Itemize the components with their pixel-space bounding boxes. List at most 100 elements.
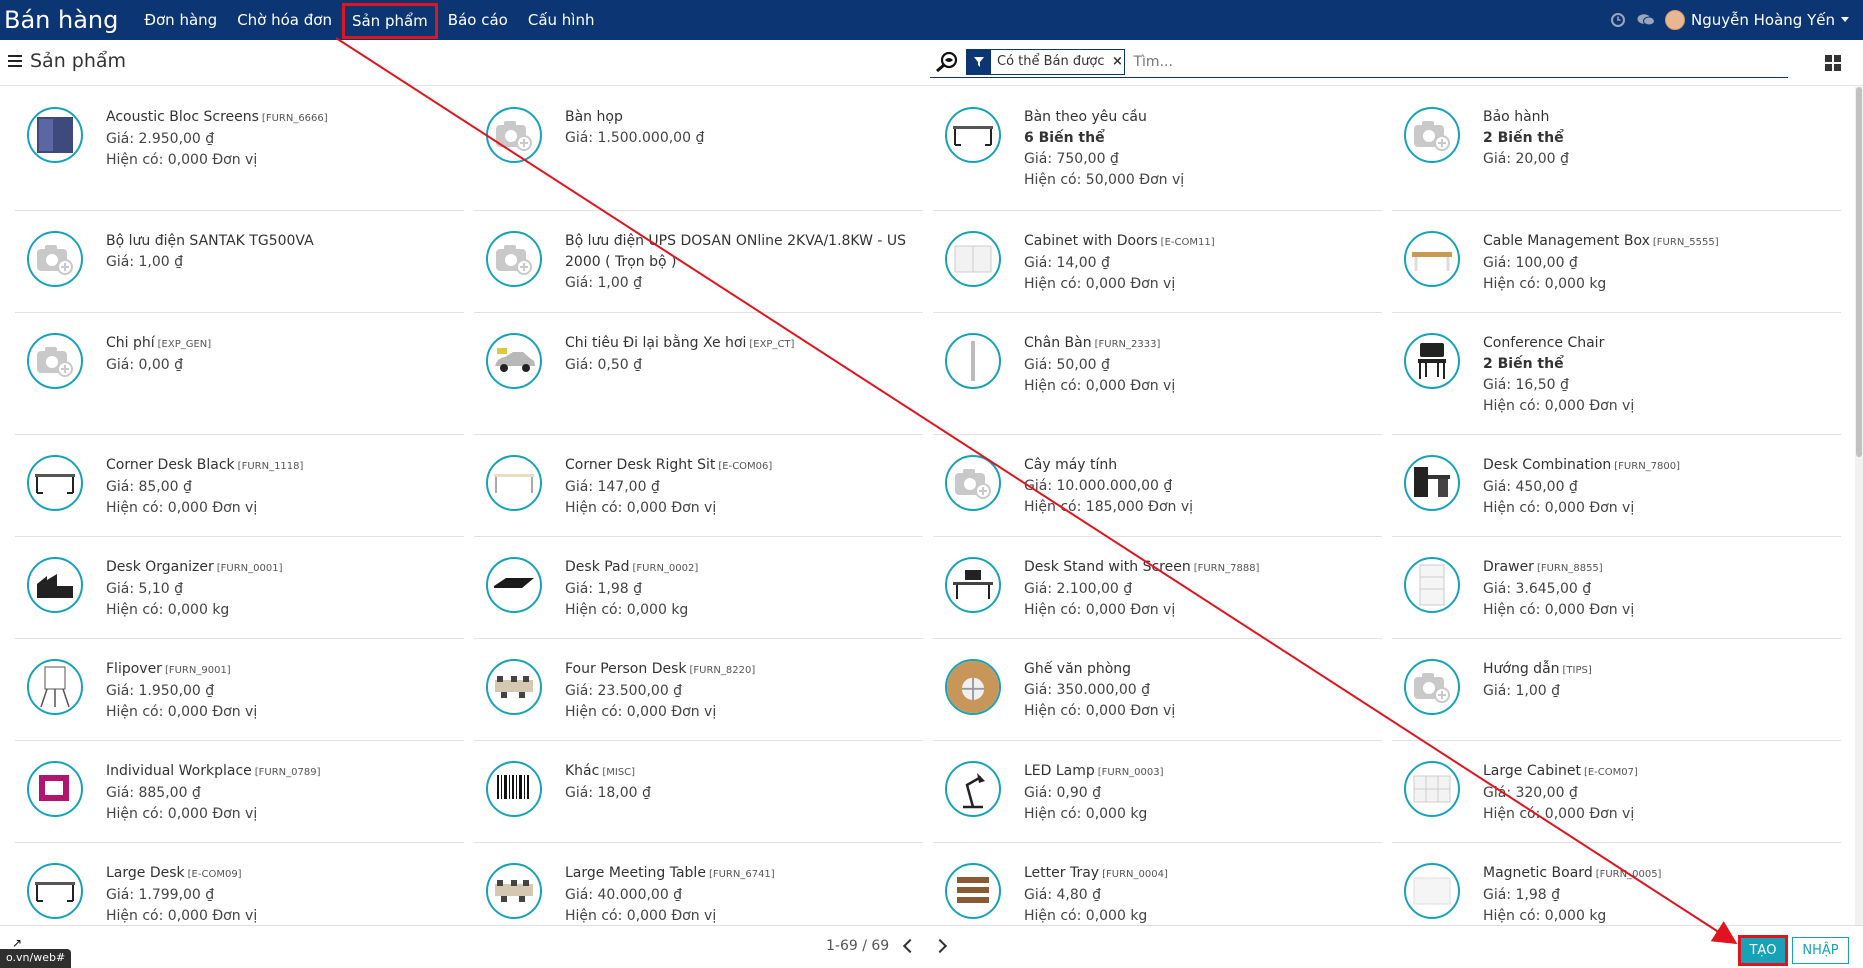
product-stock: Hiện có: 0,000 Đơn vị: [1483, 500, 1635, 516]
cursor-icon: ↗: [12, 936, 23, 950]
product-card[interactable]: Cabinet with Doors [E-COM11] Giá: 14,00 ₫ H…: [933, 211, 1382, 313]
product-card[interactable]: Corner Desk Black [FURN_1118] Giá: 85,00 ₫…: [15, 435, 464, 537]
product-card[interactable]: Large Desk [E-COM09] Giá: 1.799,00 ₫ Hiện c…: [15, 843, 464, 925]
kanban-view-icon[interactable]: [1825, 55, 1841, 71]
product-price: Giá: 750,00 ₫: [1024, 151, 1119, 167]
product-card[interactable]: Bảo hành 2 Biến thể Giá: 20,00 ₫: [1392, 87, 1841, 211]
product-price: Giá: 450,00 ₫: [1483, 479, 1578, 495]
product-card[interactable]: Corner Desk Right Sit [E-COM06] Giá: 147,0…: [474, 435, 923, 537]
camera-placeholder-icon: [1404, 659, 1460, 715]
search-options-icon[interactable]: [930, 47, 964, 77]
product-image: [945, 333, 1001, 389]
product-stock: Hiện có: 0,000 Đơn vị: [1483, 602, 1635, 618]
footer-bar: 1-69 / 69 TẠO NHẬP: [0, 925, 1863, 968]
product-card[interactable]: Flipover [FURN_9001] Giá: 1.950,00 ₫ Hiện c…: [15, 639, 464, 741]
product-card[interactable]: Cable Management Box [FURN_5555] Giá: 100,…: [1392, 211, 1841, 313]
product-stock: Hiện có: 50,000 Đơn vị: [1024, 172, 1185, 188]
product-ref: [FURN_2333]: [1094, 339, 1161, 350]
product-stock: Hiện có: 0,000 Đơn vị: [1024, 703, 1176, 719]
product-ref: [FURN_5555]: [1652, 237, 1719, 248]
product-card[interactable]: Bộ lưu điện SANTAK TG500VA Giá: 1,00 ₫: [15, 211, 464, 313]
product-card[interactable]: Four Person Desk [FURN_8220] Giá: 23.500,0…: [474, 639, 923, 741]
product-ref: [E-COM11]: [1160, 237, 1215, 248]
product-name: Desk Stand with Screen: [1024, 559, 1191, 575]
product-stock: Hiện có: 0,000 Đơn vị: [106, 908, 258, 924]
product-stock: Hiện có: 0,000 Đơn vị: [1024, 378, 1176, 394]
product-card[interactable]: Chi phí [EXP_GEN] Giá: 0,00 ₫: [15, 313, 464, 435]
product-card[interactable]: Desk Stand with Screen [FURN_7888] Giá: 2.…: [933, 537, 1382, 639]
pager-value[interactable]: 1-69 / 69: [826, 938, 889, 954]
pager-previous-button[interactable]: [901, 938, 919, 954]
product-price: Giá: 14,00 ₫: [1024, 255, 1110, 271]
product-price: Giá: 350.000,00 ₫: [1024, 682, 1150, 698]
product-stock: Hiện có: 0,000 Đơn vị: [565, 908, 717, 924]
product-card[interactable]: Hướng dẫn [TIPS] Giá: 1,00 ₫: [1392, 639, 1841, 741]
product-image: [1404, 455, 1460, 511]
product-ref: [FURN_8220]: [689, 665, 756, 676]
product-ref: [E-COM06]: [718, 461, 773, 472]
product-card[interactable]: Letter Tray [FURN_0004] Giá: 4,80 ₫ Hiện có…: [933, 843, 1382, 925]
product-image: [27, 863, 83, 919]
create-button[interactable]: TẠO: [1738, 935, 1788, 966]
pager-next-button[interactable]: [931, 938, 949, 954]
product-card[interactable]: Conference Chair 2 Biến thể Giá: 16,50 ₫ Hi…: [1392, 313, 1841, 435]
product-ref: [FURN_6666]: [261, 113, 328, 124]
product-card[interactable]: Chân Bàn [FURN_2333] Giá: 50,00 ₫ Hiện có: …: [933, 313, 1382, 435]
product-ref: [FURN_1118]: [237, 461, 304, 472]
product-name: Cây máy tính: [1024, 457, 1118, 473]
search-input[interactable]: [1133, 53, 1694, 70]
product-card[interactable]: Large Cabinet [E-COM07] Giá: 320,00 ₫ Hiện …: [1392, 741, 1841, 843]
product-card[interactable]: LED Lamp [FURN_0003] Giá: 0,90 ₫ Hiện có: 0…: [933, 741, 1382, 843]
menu-item-configuration[interactable]: Cấu hình: [518, 0, 605, 40]
menu-item-reports[interactable]: Báo cáo: [438, 0, 518, 40]
product-name: Bộ lưu điện SANTAK TG500VA: [106, 233, 314, 249]
product-price: Giá: 2.950,00 ₫: [106, 131, 215, 147]
product-stock: Hiện có: 0,000 Đơn vị: [565, 704, 717, 720]
product-card[interactable]: Desk Pad [FURN_0002] Giá: 1,98 ₫ Hiện có: 0…: [474, 537, 923, 639]
product-image: [486, 761, 542, 817]
product-variants: 2 Biến thể: [1483, 130, 1564, 146]
menu-item-products[interactable]: Sản phẩm: [341, 3, 438, 39]
product-price: Giá: 16,50 ₫: [1483, 377, 1569, 393]
product-card[interactable]: Acoustic Bloc Screens [FURN_6666] Giá: 2.9…: [15, 87, 464, 211]
product-name: Drawer: [1483, 559, 1534, 575]
product-card[interactable]: Individual Workplace [FURN_0789] Giá: 885,…: [15, 741, 464, 843]
product-name: Cable Management Box: [1483, 233, 1650, 249]
menu-item-orders[interactable]: Đơn hàng: [134, 0, 227, 40]
product-card[interactable]: Magnetic Board [FURN_0005] Giá: 1,98 ₫ Hiện…: [1392, 843, 1841, 925]
product-card[interactable]: Drawer [FURN_8855] Giá: 3.645,00 ₫ Hiện có:…: [1392, 537, 1841, 639]
product-card[interactable]: Ghế văn phòng Giá: 350.000,00 ₫ Hiện có: 0…: [933, 639, 1382, 741]
product-card[interactable]: Desk Organizer [FURN_0001] Giá: 5,10 ₫ Hiện…: [15, 537, 464, 639]
caret-down-icon: [1841, 17, 1849, 22]
product-image: [27, 659, 83, 715]
product-stock: Hiện có: 0,000 kg: [1024, 908, 1148, 924]
product-card[interactable]: Khác [MISC] Giá: 18,00 ₫: [474, 741, 923, 843]
product-card[interactable]: Cây máy tính Giá: 10.000.000,00 ₫ Hiện có:…: [933, 435, 1382, 537]
product-ref: [FURN_7888]: [1193, 563, 1260, 574]
product-name: Hướng dẫn: [1483, 661, 1560, 677]
hamburger-icon[interactable]: [8, 55, 22, 67]
breadcrumb: Sản phẩm: [8, 50, 126, 72]
product-card[interactable]: Bộ lưu điện UPS DOSAN ONline 2KVA/1.8KW …: [474, 211, 923, 313]
user-menu[interactable]: Nguyễn Hoàng Yến: [1665, 10, 1849, 30]
product-card[interactable]: Desk Combination [FURN_7800] Giá: 450,00 ₫…: [1392, 435, 1841, 537]
product-stock: Hiện có: 0,000 Đơn vị: [106, 152, 258, 168]
product-price: Giá: 50,00 ₫: [1024, 357, 1110, 373]
product-name: Corner Desk Black: [106, 457, 235, 473]
product-ref: [FURN_0005]: [1595, 869, 1662, 880]
scrollbar[interactable]: [1855, 87, 1863, 925]
product-card[interactable]: Chi tiêu Đi lại bằng Xe hơi [EXP_CT] Giá: …: [474, 313, 923, 435]
import-button[interactable]: NHẬP: [1792, 937, 1849, 964]
facet-remove-button[interactable]: ×: [1110, 50, 1124, 74]
product-image: [945, 231, 1001, 287]
product-card[interactable]: Bàn họp Giá: 1.500.000,00 ₫: [474, 87, 923, 211]
product-stock: Hiện có: 0,000 kg: [106, 602, 230, 618]
app-title[interactable]: Bán hàng: [0, 6, 134, 34]
product-card[interactable]: Large Meeting Table [FURN_6741] Giá: 40.00…: [474, 843, 923, 925]
product-name: Magnetic Board: [1483, 865, 1593, 881]
product-card[interactable]: Bàn theo yêu cầu 6 Biến thể Giá: 750,00 ₫ H…: [933, 87, 1382, 211]
product-price: Giá: 885,00 ₫: [106, 785, 201, 801]
clock-icon[interactable]: [1609, 11, 1627, 29]
chat-icon[interactable]: [1637, 11, 1656, 29]
menu-item-to-invoice[interactable]: Chờ hóa đơn: [227, 0, 342, 40]
